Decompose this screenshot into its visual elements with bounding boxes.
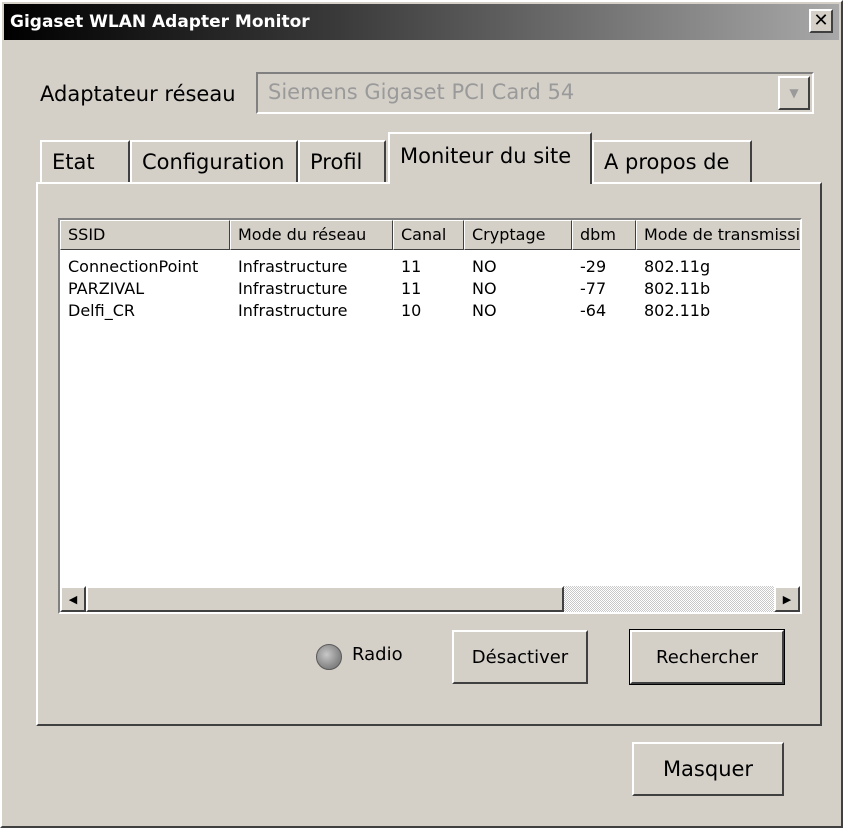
- arrow-right-icon: ▶: [782, 592, 792, 606]
- tab-label: A propos de: [604, 150, 730, 174]
- cell-ssid: PARZIVAL: [68, 279, 145, 298]
- column-header-encryption[interactable]: Cryptage: [464, 220, 572, 250]
- arrow-left-icon: ◀: [68, 592, 78, 606]
- radio-label: Radio: [352, 644, 403, 665]
- cell-dbm: -29: [580, 257, 607, 276]
- cell-dbm: -64: [580, 301, 607, 320]
- site-list[interactable]: SSID Mode du réseau Canal Cryptage dbm M…: [58, 218, 802, 614]
- cell-network-mode: Infrastructure: [238, 257, 348, 276]
- adapter-select[interactable]: Siemens Gigaset PCI Card 54 ▼: [256, 72, 814, 114]
- tab-configuration[interactable]: Configuration: [130, 140, 298, 182]
- cell-transmission-mode: 802.11g: [644, 257, 711, 276]
- cell-encryption: NO: [472, 257, 497, 276]
- tab-etat[interactable]: Etat: [40, 140, 130, 182]
- cell-channel: 11: [401, 257, 422, 276]
- cell-dbm: -77: [580, 279, 607, 298]
- tab-profil[interactable]: Profil: [298, 140, 386, 182]
- led-indicator-icon: [316, 644, 342, 670]
- adapter-select-value: Siemens Gigaset PCI Card 54: [268, 80, 575, 104]
- site-list-content: SSID Mode du réseau Canal Cryptage dbm M…: [60, 220, 800, 612]
- column-header-transmission-mode[interactable]: Mode de transmission: [636, 220, 800, 250]
- search-button[interactable]: Rechercher: [629, 629, 785, 685]
- title-bar: Gigaset WLAN Adapter Monitor ✕: [4, 4, 839, 40]
- cell-channel: 10: [401, 301, 422, 320]
- horizontal-scrollbar[interactable]: ◀ ▶: [60, 586, 800, 612]
- scroll-track[interactable]: [86, 586, 774, 612]
- column-header-ssid[interactable]: SSID: [60, 220, 230, 250]
- tab-panel-site-monitor: SSID Mode du réseau Canal Cryptage dbm M…: [36, 182, 822, 726]
- cell-transmission-mode: 802.11b: [644, 301, 711, 320]
- adapter-label: Adaptateur réseau: [40, 82, 236, 106]
- tab-label: Profil: [310, 150, 363, 174]
- adapter-dropdown-button[interactable]: ▼: [778, 76, 810, 110]
- close-button[interactable]: ✕: [809, 9, 833, 33]
- cell-channel: 11: [401, 279, 422, 298]
- scroll-left-button[interactable]: ◀: [60, 586, 86, 612]
- deactivate-button[interactable]: Désactiver: [452, 630, 588, 684]
- close-icon: ✕: [813, 10, 829, 31]
- cell-encryption: NO: [472, 279, 497, 298]
- cell-transmission-mode: 802.11b: [644, 279, 711, 298]
- cell-encryption: NO: [472, 301, 497, 320]
- window-title: Gigaset WLAN Adapter Monitor: [10, 12, 310, 32]
- cell-ssid: ConnectionPoint: [68, 257, 199, 276]
- cell-ssid: Delfi_CR: [68, 301, 135, 320]
- tab-a-propos-de[interactable]: A propos de: [592, 140, 752, 182]
- column-header-channel[interactable]: Canal: [393, 220, 464, 250]
- column-header-dbm[interactable]: dbm: [572, 220, 636, 250]
- scroll-right-button[interactable]: ▶: [774, 586, 800, 612]
- tab-label: Etat: [52, 150, 95, 174]
- tab-label: Configuration: [142, 150, 285, 174]
- main-window: Gigaset WLAN Adapter Monitor ✕ Adaptateu…: [0, 0, 843, 828]
- tab-label: Moniteur du site: [400, 144, 572, 168]
- chevron-down-icon: ▼: [789, 86, 799, 100]
- scroll-thumb[interactable]: [86, 586, 564, 612]
- cell-network-mode: Infrastructure: [238, 279, 348, 298]
- hide-button[interactable]: Masquer: [632, 742, 784, 796]
- column-header-network-mode[interactable]: Mode du réseau: [230, 220, 393, 250]
- tab-moniteur-du-site[interactable]: Moniteur du site: [388, 132, 592, 184]
- cell-network-mode: Infrastructure: [238, 301, 348, 320]
